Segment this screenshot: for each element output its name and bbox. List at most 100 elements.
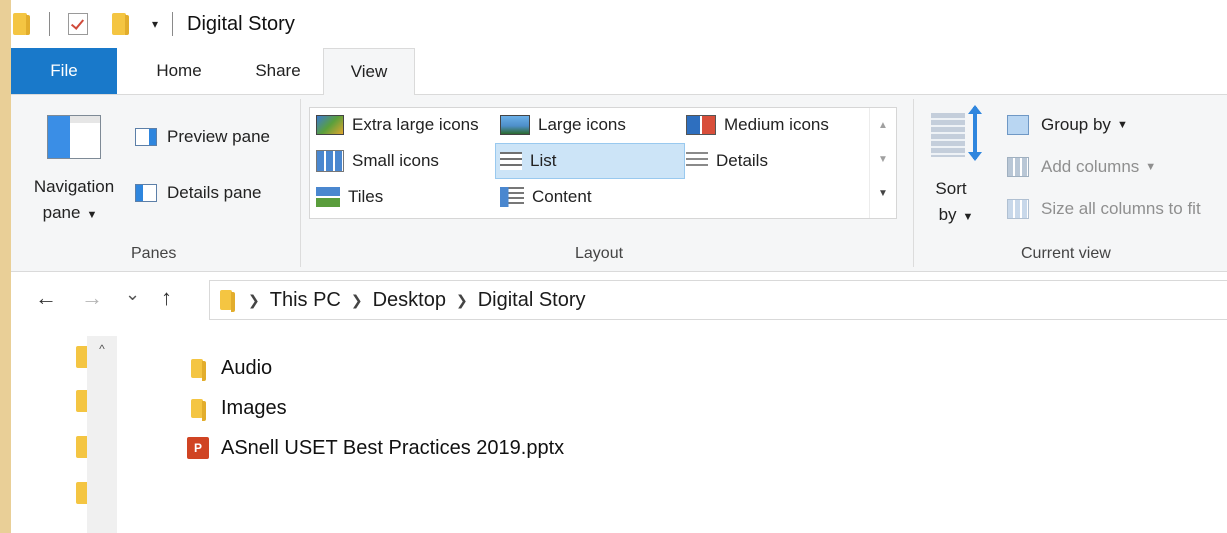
new-folder-icon[interactable] xyxy=(112,13,129,35)
layout-item-label: Extra large icons xyxy=(352,115,479,134)
navigation-pane-icon xyxy=(47,115,101,159)
layout-content[interactable]: Content xyxy=(500,180,592,214)
folder-icon xyxy=(13,13,30,35)
sort-arrow-icon xyxy=(968,105,982,161)
up-arrow-icon[interactable]: ↑ xyxy=(161,286,172,310)
layout-small-icons[interactable]: Small icons xyxy=(316,144,439,178)
sort-icon xyxy=(931,113,965,157)
content-icon xyxy=(500,187,524,207)
details-pane-icon xyxy=(135,184,157,202)
layout-group-label: Layout xyxy=(575,245,624,262)
back-arrow-icon[interactable]: ← xyxy=(35,286,57,310)
powerpoint-file-icon: P xyxy=(187,437,209,459)
layout-tiles[interactable]: Tiles xyxy=(316,180,383,214)
title-bar: ▾ Digital Story xyxy=(11,0,1227,48)
layout-gallery-scrollbar[interactable]: ▲ ▼ ▼ xyxy=(869,108,896,218)
breadcrumb-separator-icon[interactable]: ❯ xyxy=(351,292,363,309)
details-pane-label: Details pane xyxy=(167,183,262,202)
breadcrumb-desktop[interactable]: Desktop xyxy=(373,289,446,312)
properties-checkmark-icon[interactable] xyxy=(68,13,88,35)
layout-extra-large-icons[interactable]: Extra large icons xyxy=(316,108,479,142)
navigation-pane-label-line1: Navigation xyxy=(33,177,115,196)
layout-item-label: Tiles xyxy=(348,187,384,206)
dropdown-caret-icon: ▼ xyxy=(1145,161,1157,173)
sort-by-label-line2: by ▼ xyxy=(931,205,981,225)
file-name: ASnell USET Best Practices 2019.pptx xyxy=(221,436,565,459)
details-icon xyxy=(686,152,708,170)
list-icon xyxy=(500,152,522,170)
dropdown-caret-icon: ▼ xyxy=(86,209,98,221)
group-by-button[interactable]: Group by ▼ xyxy=(1007,115,1128,135)
layout-item-label: List xyxy=(530,151,557,170)
group-by-icon xyxy=(1007,115,1029,135)
ribbon-tabs: File Home Share View xyxy=(11,48,1227,96)
layout-gallery: Extra large icons Large icons Medium ico… xyxy=(309,107,897,219)
size-all-columns-label: Size all columns to fit xyxy=(1041,199,1201,218)
layout-medium-icons[interactable]: Medium icons xyxy=(686,108,829,142)
file-explorer-window: ▾ Digital Story File Home Share View Nav… xyxy=(11,0,1227,533)
folder-icon xyxy=(191,358,206,381)
group-by-label: Group by xyxy=(1041,115,1111,134)
file-name: Images xyxy=(221,396,287,419)
panes-group-label: Panes xyxy=(131,245,177,262)
small-icons-icon xyxy=(316,150,344,172)
customize-quick-access-dropdown[interactable]: ▾ xyxy=(152,17,158,31)
size-all-columns-button[interactable]: Size all columns to fit xyxy=(1007,199,1201,219)
list-item[interactable]: Audio xyxy=(187,354,272,382)
ribbon-view: Navigation pane ▼ Preview pane Details pa… xyxy=(11,95,1227,272)
layout-item-label: Details xyxy=(716,151,768,170)
layout-list[interactable]: List xyxy=(495,143,685,179)
tab-file[interactable]: File xyxy=(11,48,117,94)
group-divider xyxy=(300,99,301,267)
tiles-icon xyxy=(316,187,340,207)
window-title: Digital Story xyxy=(187,12,295,35)
sort-by-label-line1: Sort xyxy=(935,179,967,198)
add-columns-icon xyxy=(1007,157,1029,177)
size-columns-icon xyxy=(1007,199,1029,219)
forward-arrow-icon[interactable]: → xyxy=(81,286,103,310)
medium-icons-icon xyxy=(686,115,716,135)
navigation-pane-label-text: pane xyxy=(42,203,81,222)
add-columns-button[interactable]: Add columns ▼ xyxy=(1007,157,1156,177)
dropdown-caret-icon: ▼ xyxy=(962,211,974,223)
extra-large-icons-icon xyxy=(316,115,344,135)
layout-details[interactable]: Details xyxy=(686,144,768,178)
list-item[interactable]: Images xyxy=(187,394,287,422)
scroll-up-icon[interactable]: ^ xyxy=(87,342,117,356)
add-columns-label: Add columns xyxy=(1041,157,1140,176)
folder-icon xyxy=(220,290,235,312)
sort-by-label-text: by xyxy=(938,205,957,224)
navigation-pane-scrollbar[interactable]: ^ xyxy=(87,336,117,533)
breadcrumb-this-pc[interactable]: This PC xyxy=(270,289,341,312)
recent-locations-chevron-icon[interactable]: ⌄ xyxy=(125,282,140,306)
layout-item-label: Large icons xyxy=(538,115,626,134)
tab-view[interactable]: View xyxy=(323,48,415,96)
breadcrumb-digital-story[interactable]: Digital Story xyxy=(478,289,586,312)
large-icons-icon xyxy=(500,115,530,135)
layout-item-label: Content xyxy=(532,187,592,206)
tab-share[interactable]: Share xyxy=(233,48,323,94)
divider xyxy=(49,12,50,36)
scroll-down-icon[interactable]: ▼ xyxy=(870,154,896,165)
address-bar[interactable]: ❯ This PC ❯ Desktop ❯ Digital Story xyxy=(209,280,1227,320)
list-item[interactable]: P ASnell USET Best Practices 2019.pptx xyxy=(187,434,564,462)
dropdown-caret-icon: ▼ xyxy=(1116,119,1128,131)
preview-pane-button[interactable]: Preview pane xyxy=(135,127,270,147)
file-name: Audio xyxy=(221,356,273,379)
preview-pane-label: Preview pane xyxy=(167,127,271,146)
navigation-pane-label-line2: pane ▼ xyxy=(15,203,125,223)
layout-large-icons[interactable]: Large icons xyxy=(500,108,626,142)
quick-access-toolbar: ▾ xyxy=(11,0,187,48)
divider xyxy=(172,12,174,36)
breadcrumb-separator-icon[interactable]: ❯ xyxy=(248,292,260,309)
group-divider xyxy=(913,99,914,267)
scroll-up-icon[interactable]: ▲ xyxy=(870,120,896,131)
current-view-group-label: Current view xyxy=(1021,245,1111,262)
breadcrumb-separator-icon[interactable]: ❯ xyxy=(456,292,468,309)
tab-home[interactable]: Home xyxy=(139,48,219,94)
layout-item-label: Small icons xyxy=(352,151,439,170)
preview-pane-icon xyxy=(135,128,157,146)
expand-gallery-icon[interactable]: ▼ xyxy=(870,188,896,199)
details-pane-button[interactable]: Details pane xyxy=(135,183,262,203)
navigation-bar: ← → ⌄ ↑ ❯ This PC ❯ Desktop ❯ Digital St… xyxy=(11,272,1227,326)
